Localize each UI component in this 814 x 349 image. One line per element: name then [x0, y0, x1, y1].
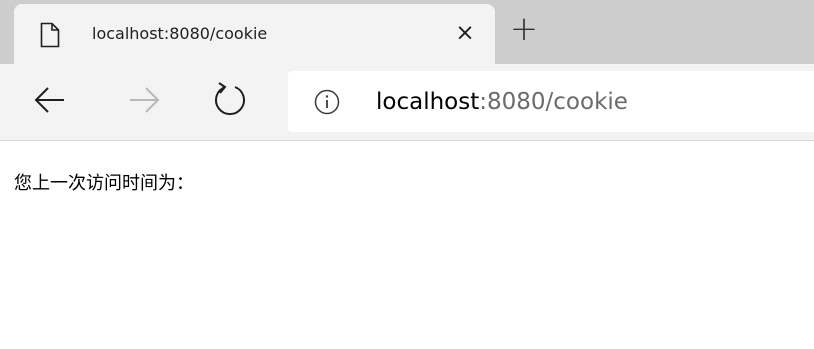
- page-icon: [40, 22, 60, 48]
- address-bar[interactable]: localhost:8080/cookie: [288, 71, 814, 132]
- browser-toolbar: localhost:8080/cookie: [0, 64, 814, 141]
- forward-button[interactable]: [122, 78, 166, 122]
- tab-title: localhost:8080/cookie: [92, 24, 268, 43]
- active-tab[interactable]: localhost:8080/cookie ×: [14, 4, 495, 64]
- last-visit-text: 您上一次访问时间为：: [14, 173, 194, 194]
- arrow-right-icon: [130, 87, 160, 113]
- info-icon[interactable]: [314, 89, 340, 115]
- arrow-left-icon: [34, 87, 64, 113]
- back-button[interactable]: [28, 78, 72, 122]
- url-text[interactable]: localhost:8080/cookie: [376, 86, 628, 118]
- url-host: localhost: [376, 89, 480, 115]
- refresh-icon: [215, 82, 245, 115]
- tab-strip: localhost:8080/cookie × +: [0, 0, 814, 64]
- tab-close-button[interactable]: ×: [450, 18, 480, 48]
- url-path: :8080/cookie: [479, 89, 628, 115]
- refresh-button[interactable]: [208, 78, 252, 122]
- page-content: 您上一次访问时间为：: [14, 170, 194, 198]
- new-tab-button[interactable]: +: [506, 12, 542, 48]
